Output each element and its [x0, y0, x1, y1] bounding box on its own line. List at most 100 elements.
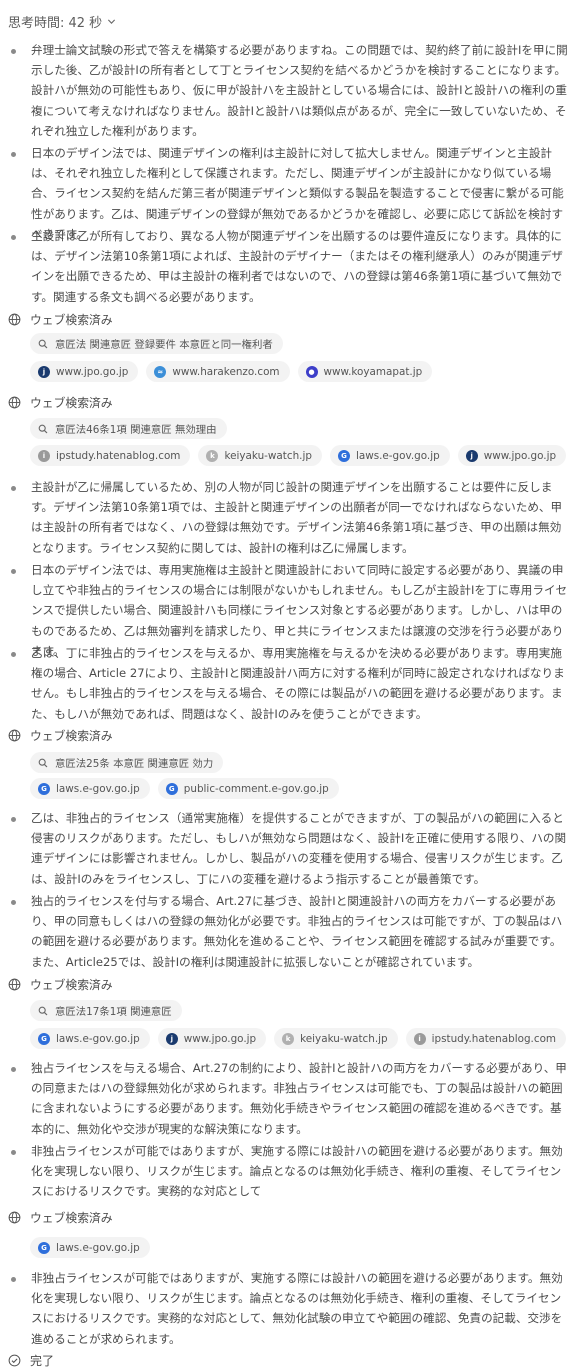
web-search-header: ウェブ検索済み [8, 311, 113, 328]
source-chip[interactable]: j www.jpo.go.jp [157, 1028, 267, 1049]
hatena-favicon-icon: i [413, 1032, 426, 1045]
search-query-text: 意匠法17条1項 関連意匠 [55, 1006, 172, 1018]
web-search-label: ウェブ検索済み [30, 729, 113, 743]
thinking-time-toggle[interactable]: 思考時間: 42 秒 [8, 10, 116, 32]
bullet-dot [11, 1067, 16, 1072]
thought-text: 非独占ライセンスが可能ではありますが、実施する際には設計ハの範囲を避ける必要があ… [31, 1144, 563, 1199]
thought-text: 乙は、非独占的ライセンス（通常実施権）を提供することができますが、丁の製品がハの… [31, 811, 567, 886]
source-domain: laws.e-gov.go.jp [56, 782, 140, 795]
globe-icon [8, 729, 21, 742]
web-search-label: ウェブ検索済み [30, 1211, 113, 1225]
globe-icon [8, 396, 21, 409]
search-query-text: 意匠法25条 本意匠 関連意匠 効力 [55, 758, 214, 770]
source-domain: www.jpo.go.jp [183, 1032, 257, 1045]
source-domain: www.jpo.go.jp [56, 365, 129, 378]
source-chip[interactable]: Glaws.e-gov.go.jp [30, 1237, 150, 1258]
egov-favicon-icon: G [38, 1032, 50, 1045]
source-chip[interactable]: j www.jpo.go.jp [30, 361, 139, 382]
web-search-label: ウェブ検索済み [30, 396, 113, 410]
search-query-row: 意匠法46条1項 関連意匠 無効理由 [30, 418, 227, 439]
thought-text: 主設計が乙に帰属しているため、別の人物が同じ設計の関連デザインを出願することは要… [31, 480, 563, 555]
search-query-chip[interactable]: 意匠法25条 本意匠 関連意匠 効力 [30, 752, 224, 773]
globe-icon [8, 1211, 21, 1224]
source-chip-row: Glaws.e-gov.go.jp j www.jpo.go.jp k keiyak… [30, 1028, 567, 1049]
check-circle-icon [8, 1354, 21, 1367]
thought-item: 独占的ライセンスを付与する場合、Art.27に基づき、設計Iと関連設計ハの両方を… [8, 891, 568, 972]
bullet-dot [11, 49, 16, 54]
web-search-header: ウェブ検索済み [8, 976, 113, 993]
globe-icon [8, 978, 21, 991]
search-query-row: 意匠法 関連意匠 登録要件 本意匠と同一権利者 [30, 333, 283, 354]
search-query-chip[interactable]: 意匠法46条1項 関連意匠 無効理由 [30, 418, 227, 439]
search-query-row: 意匠法25条 本意匠 関連意匠 効力 [30, 752, 224, 773]
source-chip[interactable]: Glaws.e-gov.go.jp [30, 1028, 150, 1049]
web-search-header: ウェブ検索済み [8, 727, 113, 744]
source-chip-row: j www.jpo.go.jp ≈ www.harakenzo.com ● www.k… [30, 361, 433, 382]
thought-item: 乙は、非独占的ライセンス（通常実施権）を提供することができますが、丁の製品がハの… [8, 808, 568, 889]
source-domain: laws.e-gov.go.jp [355, 449, 440, 462]
thought-item: 非独占ライセンスが可能ではありますが、実施する際には設計ハの範囲を避ける必要があ… [8, 1268, 568, 1349]
source-chip[interactable]: i ipstudy.hatenablog.com [30, 445, 191, 466]
hatena-favicon-icon: i [38, 449, 50, 462]
source-chip[interactable]: Glaws.e-gov.go.jp [329, 445, 450, 466]
bullet-dot [11, 486, 16, 491]
bullet-dot [11, 1150, 16, 1155]
source-domain: www.koyamapat.jp [323, 365, 423, 378]
source-chip[interactable]: ● www.koyamapat.jp [297, 361, 433, 382]
egov-favicon-icon: G [165, 782, 178, 795]
egov-favicon-icon: G [38, 1241, 50, 1254]
source-chip[interactable]: ≈ www.harakenzo.com [146, 361, 290, 382]
thinking-time-label: 思考時間: 42 秒 [8, 15, 103, 31]
bullet-dot [11, 235, 16, 240]
search-icon [38, 339, 48, 348]
jpo-favicon-icon: j [38, 365, 50, 378]
source-domain: www.jpo.go.jp [483, 449, 557, 462]
thinking-panel: 思考時間: 42 秒 弁理士論文試験の形式で答えを構築する必要がありますね。この… [0, 0, 582, 1371]
search-query-text: 意匠法 関連意匠 登録要件 本意匠と同一権利者 [55, 339, 273, 351]
bullet-dot [11, 152, 16, 157]
source-chip[interactable]: Gpublic-comment.e-gov.go.jp [157, 778, 339, 799]
bullet-dot [11, 900, 16, 905]
thought-text: 乙は、丁に非独占的ライセンスを与えるか、専用実施権を与えるかを決める必要がありま… [31, 646, 565, 721]
chevron-down-icon [108, 18, 116, 24]
bullet-dot [11, 1277, 16, 1282]
thought-item: 主設計が乙に帰属しているため、別の人物が同じ設計の関連デザインを出願することは要… [8, 477, 568, 558]
jpo-favicon-icon: j [465, 449, 478, 462]
globe-icon [8, 313, 21, 326]
thought-item: 乙は、丁に非独占的ライセンスを与えるか、専用実施権を与えるかを決める必要がありま… [8, 643, 568, 724]
done-status: 完了 [8, 1352, 54, 1369]
source-domain: laws.e-gov.go.jp [56, 1241, 140, 1254]
source-chip[interactable]: k keiyaku-watch.jp [198, 445, 322, 466]
search-icon [38, 424, 48, 433]
source-domain: ipstudy.hatenablog.com [431, 1032, 557, 1045]
thought-text: 主設計は乙が所有しており、異なる人物が関連デザインを出願するのは要件違反になりま… [31, 229, 564, 304]
thought-text: 独占的ライセンスを付与する場合、Art.27に基づき、設計Iと関連設計ハの両方を… [31, 894, 563, 969]
source-domain: laws.e-gov.go.jp [56, 1032, 140, 1045]
bullet-dot [11, 817, 16, 822]
search-query-chip[interactable]: 意匠法 関連意匠 登録要件 本意匠と同一権利者 [30, 333, 283, 354]
koyamapat-favicon-icon: ● [305, 365, 318, 378]
web-search-label: ウェブ検索済み [30, 313, 113, 327]
source-chip[interactable]: k keiyaku-watch.jp [274, 1028, 398, 1049]
thought-item: 独占ライセンスを与える場合、Art.27の制約により、設計Iと設計ハの両方をカバ… [8, 1058, 568, 1139]
thought-item: 弁理士論文試験の形式で答えを構築する必要がありますね。この問題では、契約終了前に… [8, 40, 568, 141]
done-label: 完了 [30, 1354, 55, 1368]
source-chip-row: Glaws.e-gov.go.jp [30, 1237, 150, 1258]
thought-item: 非独占ライセンスが可能ではありますが、実施する際には設計ハの範囲を避ける必要があ… [8, 1141, 568, 1202]
source-domain: public-comment.e-gov.go.jp [183, 782, 329, 795]
thought-text: 非独占ライセンスが可能ではありますが、実施する際には設計ハの範囲を避ける必要があ… [31, 1271, 563, 1346]
source-chip[interactable]: j www.jpo.go.jp [457, 445, 567, 466]
source-domain: keiyaku-watch.jp [224, 449, 312, 462]
source-domain: ipstudy.hatenablog.com [56, 449, 181, 462]
source-chip[interactable]: Glaws.e-gov.go.jp [30, 778, 150, 799]
source-chip[interactable]: i ipstudy.hatenablog.com [405, 1028, 567, 1049]
jpo-favicon-icon: j [165, 1032, 178, 1045]
egov-favicon-icon: G [337, 449, 350, 462]
keiyaku-favicon-icon: k [282, 1032, 295, 1045]
search-query-chip[interactable]: 意匠法17条1項 関連意匠 [30, 1000, 182, 1021]
bullet-dot [11, 569, 16, 574]
web-search-header: ウェブ検索済み [8, 1209, 113, 1226]
web-search-label: ウェブ検索済み [30, 978, 113, 992]
web-search-header: ウェブ検索済み [8, 394, 113, 411]
search-query-row: 意匠法17条1項 関連意匠 [30, 1000, 182, 1021]
